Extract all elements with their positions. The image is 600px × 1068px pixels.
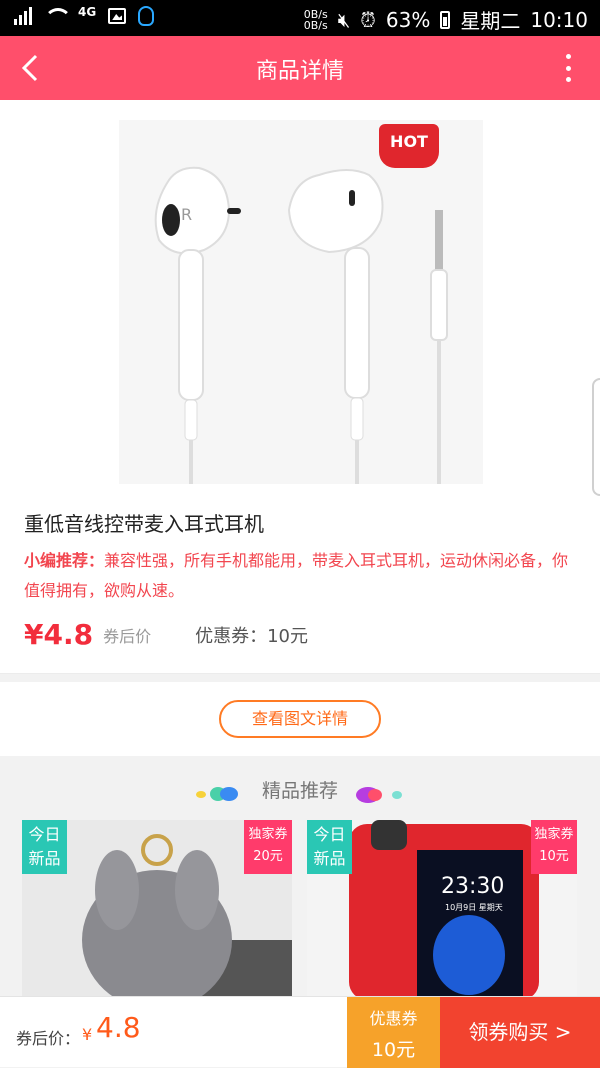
more-menu-button[interactable] (566, 54, 572, 82)
qq-icon (138, 6, 155, 26)
wifi-icon (44, 8, 66, 24)
exclusive-label: 独家券 (534, 827, 574, 842)
exclusive-coupon-tag: 独家券 10元 (531, 820, 577, 874)
editor-recommendation: 小编推荐：兼容性强，所有手机都能用，带麦入耳式耳机，运动休闲必备，你值得拥有，欲… (24, 546, 584, 606)
exclusive-value: 20元 (253, 849, 283, 864)
phone-screen-time: 23:30 (441, 874, 505, 899)
section-title: 精品推荐 (261, 780, 338, 802)
side-scroll-handle[interactable] (592, 378, 600, 496)
detail-strip: 查看图文详情 (0, 682, 600, 756)
product-image[interactable]: R HOT (119, 120, 483, 484)
app-header: 商品详情 (0, 36, 600, 100)
today-label: 今日 (313, 825, 346, 844)
new-label: 新品 (28, 849, 61, 868)
product-card: R HOT 重低音线控带麦入耳式耳机 小编推荐：兼容性强，所有手机都能用，带麦入… (0, 100, 600, 674)
image-notification-icon (108, 8, 127, 24)
coupon-box-label: 优惠券 (369, 1009, 418, 1028)
bottom-yen-sign: ¥ (82, 1025, 93, 1044)
bottom-price: 4.8 (96, 1011, 141, 1044)
battery-percent: 63% (385, 7, 431, 32)
price-row: ¥4.8 券后价 优惠券：10元 (24, 618, 584, 651)
new-label: 新品 (313, 849, 346, 868)
phone-screen-date: 10月9日 星期天 (445, 903, 503, 912)
today-new-tag: 今日 新品 (307, 820, 352, 874)
network-type: 4G (78, 5, 97, 19)
get-coupon-buy-button[interactable]: 领券购买 > (440, 997, 600, 1068)
bottom-price-label: 券后价： (16, 1029, 81, 1048)
bottom-bar: 券后价： ¥ 4.8 优惠券 10元 领券购买 > (0, 996, 600, 1068)
after-coupon-label: 券后价 (103, 627, 152, 646)
weekday: 星期二 (460, 9, 521, 33)
mute-icon: 🔇︎ (337, 7, 351, 32)
exclusive-value: 10元 (539, 849, 569, 864)
exclusive-coupon-tag: 独家券 20元 (244, 820, 292, 874)
status-bar: 4G 0B/s 0B/s 🔇︎ ⏰︎ 63% 星期二 10:10 (0, 0, 600, 36)
hot-badge: HOT (379, 124, 439, 168)
today-label: 今日 (28, 825, 61, 844)
decor-dots-right-icon (356, 787, 406, 803)
svg-text:R: R (181, 205, 192, 224)
today-new-tag: 今日 新品 (22, 820, 67, 874)
earphones-illustration: R (154, 166, 448, 484)
recommend-label: 小编推荐： (24, 551, 105, 570)
dot-icon (566, 77, 571, 82)
recommend-card[interactable]: 今日 新品 独家券 20元 (22, 820, 292, 1000)
dot-icon (566, 54, 571, 59)
page-title: 商品详情 (255, 59, 344, 84)
recommend-card[interactable]: 23:30 10月9日 星期天 今日 新品 独家券 10元 (307, 820, 577, 1000)
coupon-box-value: 10元 (371, 1039, 416, 1061)
coupon-value: 优惠券：10元 (195, 626, 309, 647)
net-speed: 0B/s 0B/s (304, 9, 328, 31)
signal-icon (14, 7, 32, 25)
exclusive-label: 独家券 (248, 827, 288, 842)
coupon-box[interactable]: 优惠券 10元 (347, 997, 440, 1068)
view-details-button[interactable]: 查看图文详情 (219, 700, 381, 738)
speed-down: 0B/s (303, 18, 328, 32)
dot-icon (566, 65, 571, 71)
recommend-text: 兼容性强，所有手机都能用，带麦入耳式耳机，运动休闲必备，你值得拥有，欲购从速。 (24, 551, 569, 600)
battery-icon (440, 10, 451, 29)
product-title: 重低音线控带麦入耳式耳机 (24, 512, 264, 536)
alarm-icon: ⏰︎ (360, 7, 376, 32)
product-price: ¥4.8 (24, 618, 94, 651)
clock: 10:10 (530, 7, 588, 32)
